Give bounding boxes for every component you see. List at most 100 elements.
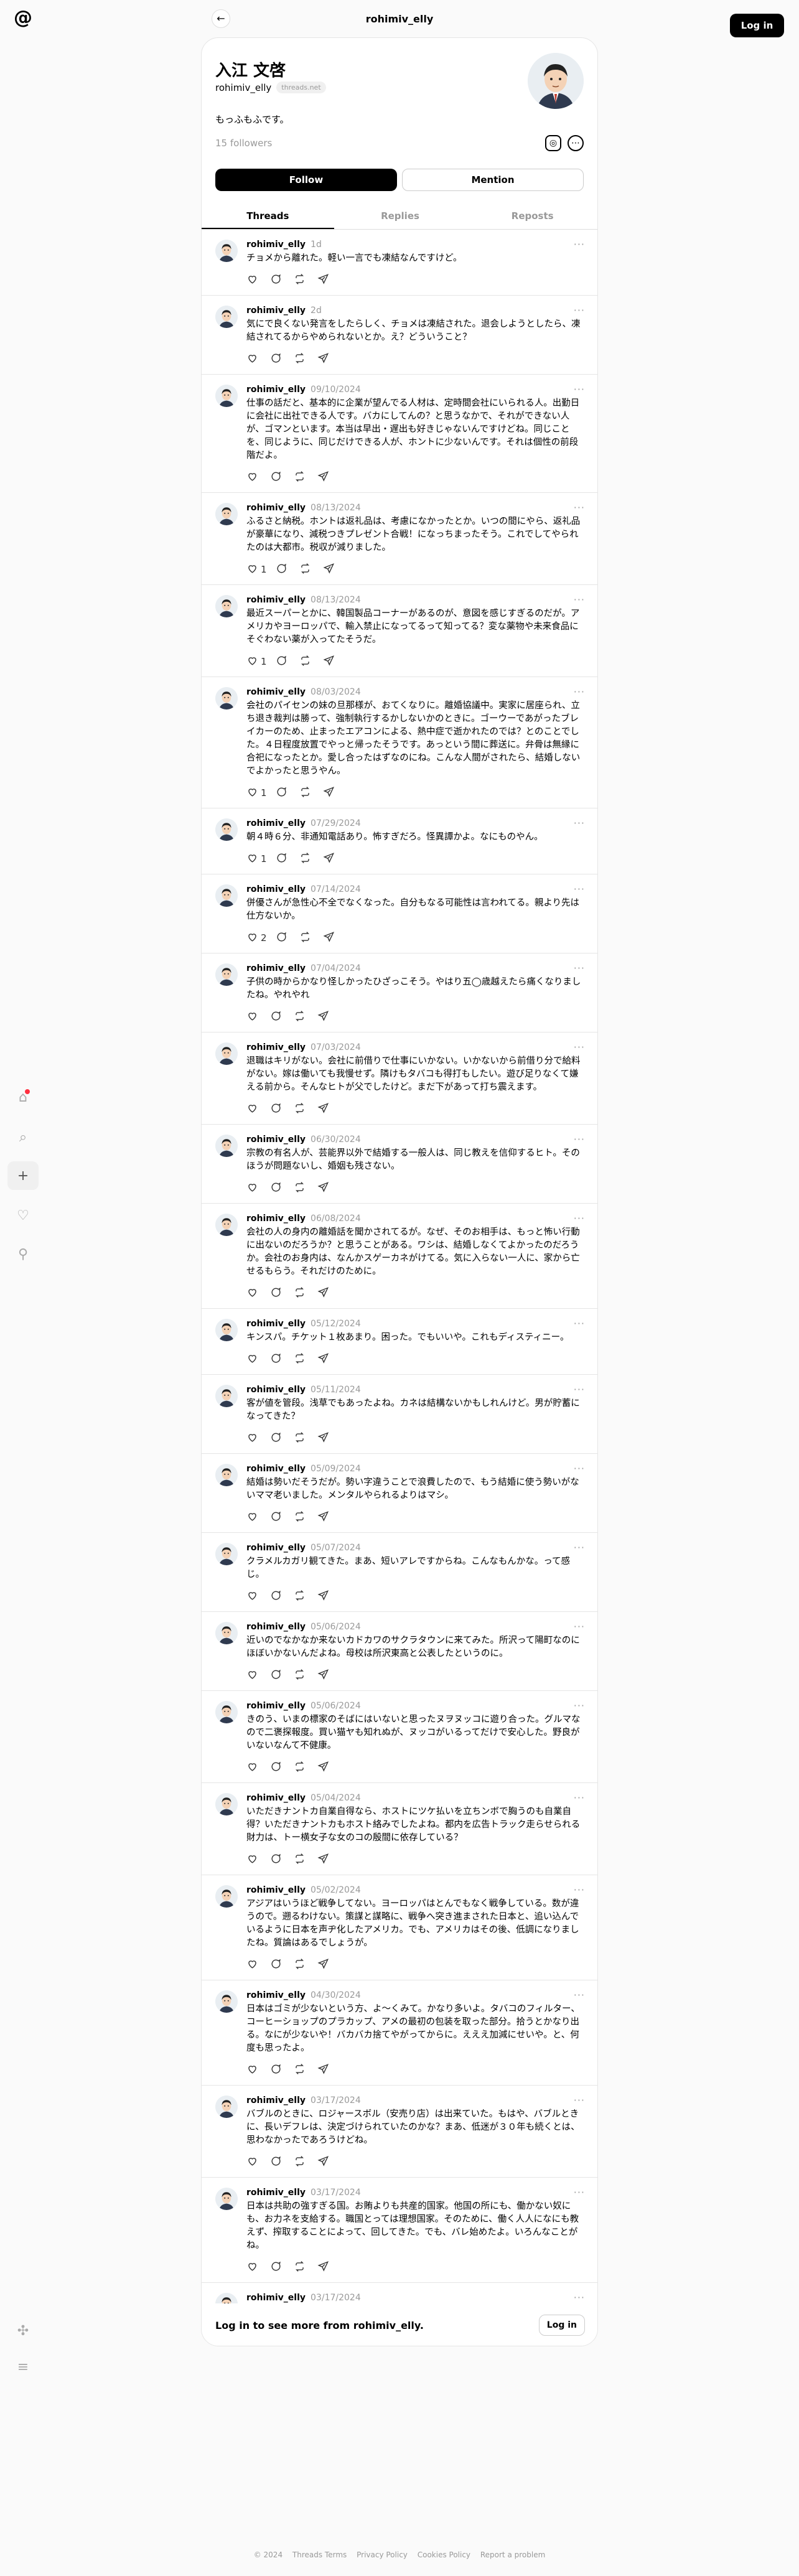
like-button[interactable] bbox=[246, 1590, 261, 1604]
post-item[interactable]: rohimiv_elly 08/13/2024 ··· ふるさと納税。ホントは返礼品は… bbox=[202, 493, 597, 585]
post-username[interactable]: rohimiv_elly bbox=[246, 2293, 306, 2303]
more-options-icon[interactable]: ··· bbox=[574, 2292, 585, 2303]
more-options-icon[interactable]: ··· bbox=[574, 1212, 585, 1224]
share-button[interactable] bbox=[317, 1669, 332, 1683]
tab-replies[interactable]: Replies bbox=[334, 204, 467, 229]
share-button[interactable] bbox=[317, 2155, 332, 2170]
more-options-icon[interactable]: ··· bbox=[574, 1463, 585, 1474]
followers-count[interactable]: 15 followers bbox=[215, 138, 272, 149]
plus-icon[interactable]: + bbox=[7, 1161, 39, 1190]
like-button[interactable] bbox=[246, 1102, 261, 1117]
repost-button[interactable] bbox=[294, 1958, 309, 1972]
post-item[interactable]: rohimiv_elly 05/12/2024 ··· キンスパ。チケット１枚あまり。… bbox=[202, 1309, 597, 1375]
like-button[interactable] bbox=[246, 1853, 261, 1867]
post-username[interactable]: rohimiv_elly bbox=[246, 1701, 306, 1711]
repost-button[interactable] bbox=[294, 2063, 309, 2077]
post-avatar[interactable] bbox=[215, 2096, 238, 2118]
post-date[interactable]: 03/17/2024 bbox=[311, 2096, 361, 2105]
repost-button[interactable] bbox=[294, 1761, 309, 1775]
post-avatar[interactable] bbox=[215, 1543, 238, 1565]
post-avatar[interactable] bbox=[215, 1319, 238, 1341]
share-button[interactable] bbox=[317, 1761, 332, 1775]
reply-button[interactable] bbox=[270, 1669, 285, 1683]
repost-button[interactable] bbox=[294, 1352, 309, 1367]
reply-button[interactable] bbox=[276, 563, 291, 577]
post-username[interactable]: rohimiv_elly bbox=[246, 385, 306, 395]
post-username[interactable]: rohimiv_elly bbox=[246, 1319, 306, 1329]
post-username[interactable]: rohimiv_elly bbox=[246, 818, 306, 828]
share-button[interactable] bbox=[317, 471, 332, 485]
post-item[interactable]: rohimiv_elly 04/30/2024 ··· 日本はゴミが少ないという方、よ… bbox=[202, 1980, 597, 2086]
more-options-icon[interactable]: ··· bbox=[574, 883, 585, 895]
repost-button[interactable] bbox=[294, 1010, 309, 1024]
post-item[interactable]: rohimiv_elly 03/17/2024 ··· 日本は共助の強すぎる国。お賄よ… bbox=[202, 2178, 597, 2283]
more-options-icon[interactable]: ··· bbox=[574, 1621, 585, 1632]
post-item[interactable]: rohimiv_elly 07/03/2024 ··· 退職はキリがない。会社に前借り… bbox=[202, 1033, 597, 1125]
share-button[interactable] bbox=[317, 1102, 332, 1117]
repost-button[interactable] bbox=[299, 931, 314, 945]
post-avatar[interactable] bbox=[215, 1701, 238, 1723]
user-icon[interactable]: ⚲ bbox=[7, 1240, 39, 1268]
post-avatar[interactable] bbox=[215, 1042, 238, 1065]
post-username[interactable]: rohimiv_elly bbox=[246, 240, 306, 250]
share-button[interactable] bbox=[317, 273, 332, 288]
repost-button[interactable] bbox=[294, 273, 309, 288]
reply-button[interactable] bbox=[270, 273, 285, 288]
post-date[interactable]: 2d bbox=[311, 306, 322, 316]
post-date[interactable]: 04/30/2024 bbox=[311, 1990, 361, 2000]
profile-avatar[interactable] bbox=[528, 53, 584, 109]
post-avatar[interactable] bbox=[215, 1885, 238, 1908]
repost-button[interactable] bbox=[299, 563, 314, 577]
instagram-icon[interactable]: ◎ bbox=[545, 135, 561, 151]
reply-button[interactable] bbox=[270, 1010, 285, 1024]
more-options-icon[interactable]: ··· bbox=[574, 238, 585, 250]
post-date[interactable]: 07/29/2024 bbox=[311, 818, 361, 828]
post-username[interactable]: rohimiv_elly bbox=[246, 687, 306, 697]
post-avatar[interactable] bbox=[215, 884, 238, 907]
reply-button[interactable] bbox=[276, 786, 291, 800]
share-button[interactable] bbox=[323, 655, 338, 669]
like-button[interactable] bbox=[246, 1010, 261, 1024]
reply-button[interactable] bbox=[270, 1853, 285, 1867]
post-item[interactable]: rohimiv_elly 06/30/2024 ··· 宗教の有名人が、芸能界以外で結… bbox=[202, 1125, 597, 1204]
reply-button[interactable] bbox=[270, 1590, 285, 1604]
like-button[interactable] bbox=[246, 471, 261, 485]
post-username[interactable]: rohimiv_elly bbox=[246, 1135, 306, 1145]
post-date[interactable]: 1d bbox=[311, 240, 322, 250]
reply-button[interactable] bbox=[270, 1352, 285, 1367]
post-username[interactable]: rohimiv_elly bbox=[246, 963, 306, 973]
repost-button[interactable] bbox=[294, 1510, 309, 1525]
share-button[interactable] bbox=[323, 786, 338, 800]
reply-button[interactable] bbox=[270, 1431, 285, 1446]
share-button[interactable] bbox=[317, 2260, 332, 2275]
post-avatar[interactable] bbox=[215, 240, 238, 262]
share-button[interactable] bbox=[317, 1181, 332, 1196]
post-date[interactable]: 05/02/2024 bbox=[311, 1885, 361, 1895]
post-date[interactable]: 07/04/2024 bbox=[311, 963, 361, 973]
post-username[interactable]: rohimiv_elly bbox=[246, 1464, 306, 1474]
pin-icon[interactable]: ✣ bbox=[7, 2316, 39, 2345]
more-options-icon[interactable]: ··· bbox=[574, 1884, 585, 1896]
repost-button[interactable] bbox=[294, 352, 309, 367]
more-options-icon[interactable]: ··· bbox=[574, 2186, 585, 2198]
post-avatar[interactable] bbox=[215, 963, 238, 986]
repost-button[interactable] bbox=[294, 2155, 309, 2170]
like-button[interactable] bbox=[246, 1181, 261, 1196]
reply-button[interactable] bbox=[276, 931, 291, 945]
repost-button[interactable] bbox=[294, 471, 309, 485]
post-item[interactable]: rohimiv_elly 07/14/2024 ··· 併優さんが急性心不全でなくなっ… bbox=[202, 874, 597, 953]
post-avatar[interactable] bbox=[215, 595, 238, 617]
post-item[interactable]: rohimiv_elly 06/08/2024 ··· 会社の人の身内の離婚話を聞かさ… bbox=[202, 1204, 597, 1309]
more-options-icon[interactable]: ··· bbox=[574, 686, 585, 698]
post-item[interactable]: rohimiv_elly 05/04/2024 ··· いただきナントカ自業自得なら、… bbox=[202, 1783, 597, 1875]
more-options-icon[interactable]: ··· bbox=[574, 1041, 585, 1053]
like-button[interactable] bbox=[246, 273, 261, 288]
login-prompt-button[interactable]: Log in bbox=[538, 2315, 585, 2336]
post-date[interactable]: 08/13/2024 bbox=[311, 503, 361, 513]
post-avatar[interactable] bbox=[215, 1990, 238, 2013]
reply-button[interactable] bbox=[270, 2063, 285, 2077]
like-button[interactable] bbox=[246, 1510, 261, 1525]
share-button[interactable] bbox=[317, 1010, 332, 1024]
post-date[interactable]: 08/13/2024 bbox=[311, 595, 361, 605]
post-username[interactable]: rohimiv_elly bbox=[246, 503, 306, 513]
